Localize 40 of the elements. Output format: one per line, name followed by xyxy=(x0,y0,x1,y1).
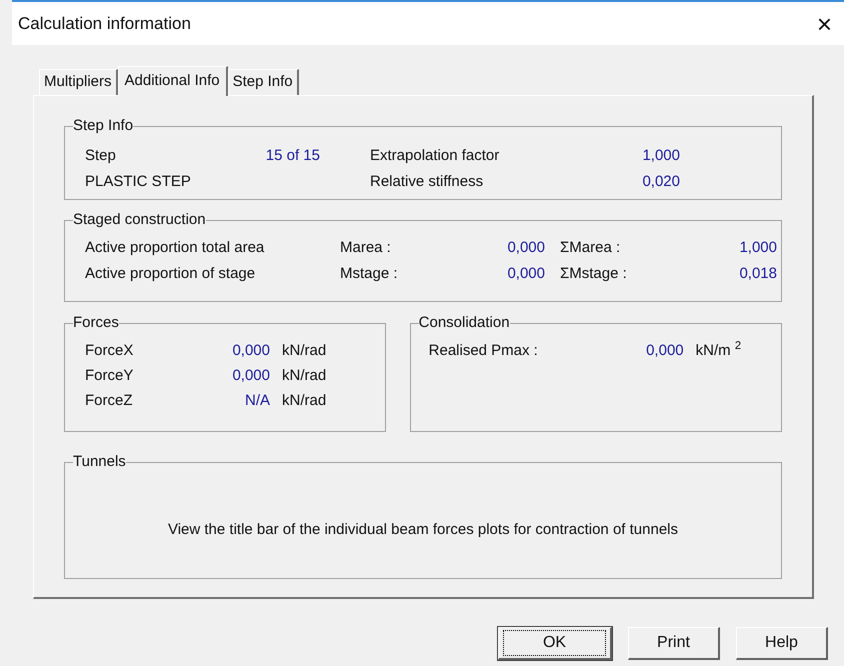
dialog-button[interactable]: Help xyxy=(736,627,828,660)
close-button[interactable]: × xyxy=(810,10,838,36)
field-label: Active proportion total area xyxy=(85,238,266,258)
unit-text: kN/rad xyxy=(281,366,328,386)
unit-text: kN/m $^{2}$ xyxy=(694,339,742,361)
info-message: View the title bar of the individual beam forces plots for contraction of tunnels xyxy=(168,520,678,540)
tab[interactable]: Additional Info xyxy=(118,66,228,96)
field-label: Relative stiffness xyxy=(369,172,484,192)
value-text: 0,018 xyxy=(738,264,777,284)
window-title: Calculation information xyxy=(18,12,191,35)
value-text: 0,000 xyxy=(645,341,684,361)
group-title: Step Info xyxy=(73,116,134,136)
field-label: Mstage : xyxy=(340,264,399,284)
field-label: PLASTIC STEP xyxy=(85,172,192,192)
value-text: 1,000 xyxy=(738,238,777,258)
field-label: Realised Pmax : xyxy=(428,341,539,361)
tab[interactable]: Step Info xyxy=(228,69,299,95)
field-label: ΣMstage : xyxy=(559,264,628,284)
dialog-button[interactable]: Print xyxy=(628,627,720,660)
field-label: ΣMarea : xyxy=(559,238,622,258)
field-label: Extrapolation factor xyxy=(369,146,500,166)
field-label: ForceZ xyxy=(85,391,134,411)
unit-text: kN/rad xyxy=(281,391,328,411)
unit-text: kN/rad xyxy=(281,341,328,361)
value-text: 15 of 15 xyxy=(264,146,321,166)
field-label: Step xyxy=(85,146,117,166)
value-text: 0,020 xyxy=(641,172,680,192)
tab[interactable]: Multipliers xyxy=(39,69,118,95)
group-title: Staged construction xyxy=(73,210,206,230)
value-text: 0,000 xyxy=(231,366,270,386)
dialog-button[interactable]: OK xyxy=(498,627,612,660)
value-text: 0,000 xyxy=(506,264,545,284)
field-label: ForceY xyxy=(85,366,134,386)
field-label: ForceX xyxy=(85,341,134,361)
value-text: 0,000 xyxy=(231,341,270,361)
value-text: 1,000 xyxy=(641,146,680,166)
field-label: Active proportion of stage xyxy=(85,264,256,284)
value-text: 0,000 xyxy=(506,238,545,258)
value-text: N/A xyxy=(244,391,270,411)
field-label: Marea : xyxy=(340,238,392,258)
